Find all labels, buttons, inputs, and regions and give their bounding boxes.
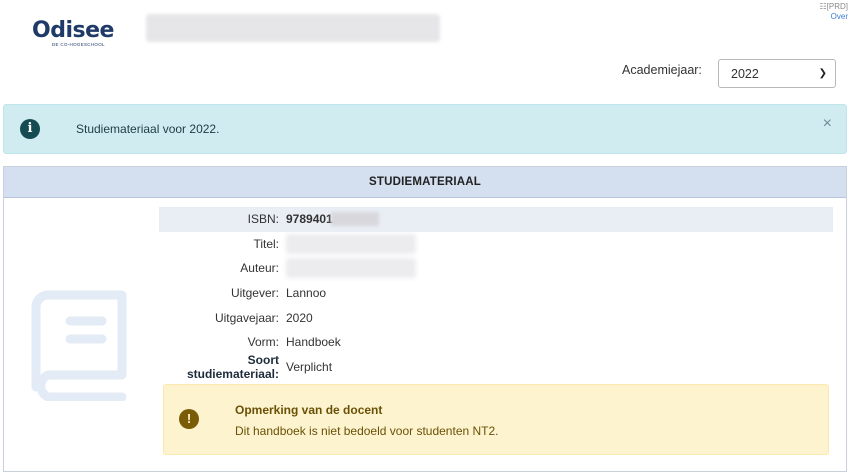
publisher-row: Uitgever: Lannoo: [159, 281, 833, 306]
isbn-label: ISBN:: [247, 212, 279, 227]
publisher-label: Uitgever:: [230, 286, 279, 301]
remark-title: Opmerking van de docent: [235, 403, 383, 417]
over-link[interactable]: Over: [819, 12, 848, 22]
logo-text: Odisee: [32, 18, 114, 43]
info-icon: i: [20, 119, 40, 139]
author-row: Auteur:: [159, 256, 833, 281]
isbn-value: 9789401: [286, 212, 333, 227]
book-icon: [30, 289, 130, 404]
title-label: Titel:: [253, 236, 279, 251]
close-icon[interactable]: ×: [823, 115, 832, 133]
environment-indicator: ☷[PRD] Over: [819, 2, 848, 22]
title-row: Titel:: [159, 232, 833, 257]
form-row: Vorm: Handboek: [159, 330, 833, 355]
odisee-logo[interactable]: Odisee DE CO-HOGESCHOOL: [32, 20, 122, 50]
material-type-value: Verplicht: [286, 359, 333, 374]
info-alert: i Studiemateriaal voor 2022. ×: [3, 104, 847, 154]
study-material-panel: STUDIEMATERIAAL ISBN: 9789401 Titel: Aut…: [3, 166, 847, 472]
sitemap-icon: ☷: [819, 2, 827, 11]
teacher-remark-alert: ! Opmerking van de docent Dit handboek i…: [163, 384, 829, 455]
publication-year-value: 2020: [286, 310, 313, 325]
material-type-label: Soort studiemateriaal:: [186, 352, 279, 381]
author-label: Auteur:: [240, 261, 279, 276]
isbn-row: ISBN: 9789401: [159, 207, 833, 232]
redacted-title: [286, 233, 416, 254]
panel-title: STUDIEMATERIAAL: [4, 167, 846, 198]
academic-year-label: Academiejaar:: [622, 63, 702, 77]
year-row: Uitgavejaar: 2020: [159, 305, 833, 330]
publisher-value: Lannoo: [286, 286, 327, 301]
academic-year-select[interactable]: 2022 ❯: [718, 59, 836, 88]
exclamation-icon: !: [179, 409, 199, 429]
material-details: ISBN: 9789401 Titel: Auteur: Uitgever: L…: [159, 207, 833, 381]
redacted-author: [286, 258, 416, 279]
form-value: Handboek: [286, 335, 341, 350]
env-label: [PRD]: [826, 2, 848, 11]
redacted-header-text: [146, 14, 440, 42]
redacted-isbn: [330, 212, 379, 227]
info-alert-text: Studiemateriaal voor 2022.: [76, 122, 220, 136]
chevron-down-icon: ❯: [818, 68, 827, 79]
academic-year-value: 2022: [731, 66, 759, 81]
publication-year-label: Uitgavejaar:: [214, 310, 279, 325]
remark-text: Dit handboek is niet bedoeld voor studen…: [235, 424, 499, 438]
form-label: Vorm:: [247, 335, 279, 350]
material-type-row: Soort studiemateriaal: Verplicht: [159, 352, 833, 381]
